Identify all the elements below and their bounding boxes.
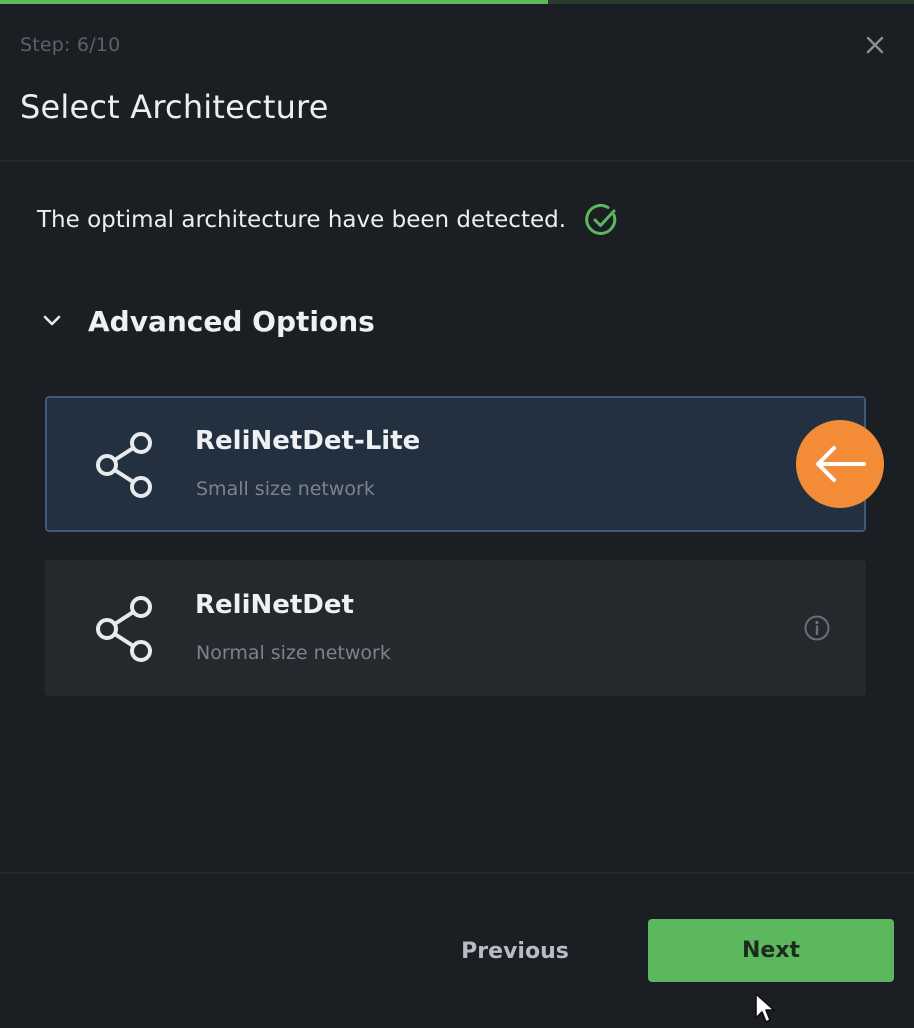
mouse-cursor-icon	[755, 993, 775, 1023]
arrow-left-icon	[816, 446, 866, 482]
share-icon	[96, 432, 152, 498]
info-icon[interactable]	[803, 614, 831, 642]
progress-track	[0, 0, 914, 4]
advanced-options-toggle[interactable]: Advanced Options	[42, 300, 375, 342]
detection-status: The optimal architecture have been detec…	[37, 200, 620, 240]
previous-button[interactable]: Previous	[430, 920, 600, 982]
close-icon	[866, 36, 884, 54]
progress-fill	[0, 0, 549, 4]
step-indicator: Step: 6/10	[20, 34, 121, 56]
architecture-card-relinetdet[interactable]: ReliNetDet Normal size network	[45, 560, 866, 696]
check-circle-icon	[585, 204, 617, 235]
architecture-description: Normal size network	[196, 642, 391, 664]
status-message: The optimal architecture have been detec…	[37, 207, 567, 233]
architecture-description: Small size network	[196, 478, 375, 500]
chevron-down-icon	[43, 315, 61, 326]
close-button[interactable]	[860, 30, 890, 60]
header-divider	[0, 160, 914, 162]
advanced-options-label: Advanced Options	[88, 304, 375, 338]
footer-divider	[0, 872, 914, 874]
page-title: Select Architecture	[20, 88, 329, 126]
architecture-card-relinetdet-lite[interactable]: ReliNetDet-Lite Small size network	[45, 396, 866, 532]
share-icon	[96, 596, 152, 662]
next-button[interactable]: Next	[648, 919, 894, 982]
pointer-highlight-badge	[796, 420, 884, 508]
architecture-name: ReliNetDet	[195, 590, 354, 620]
architecture-name: ReliNetDet-Lite	[195, 426, 421, 456]
